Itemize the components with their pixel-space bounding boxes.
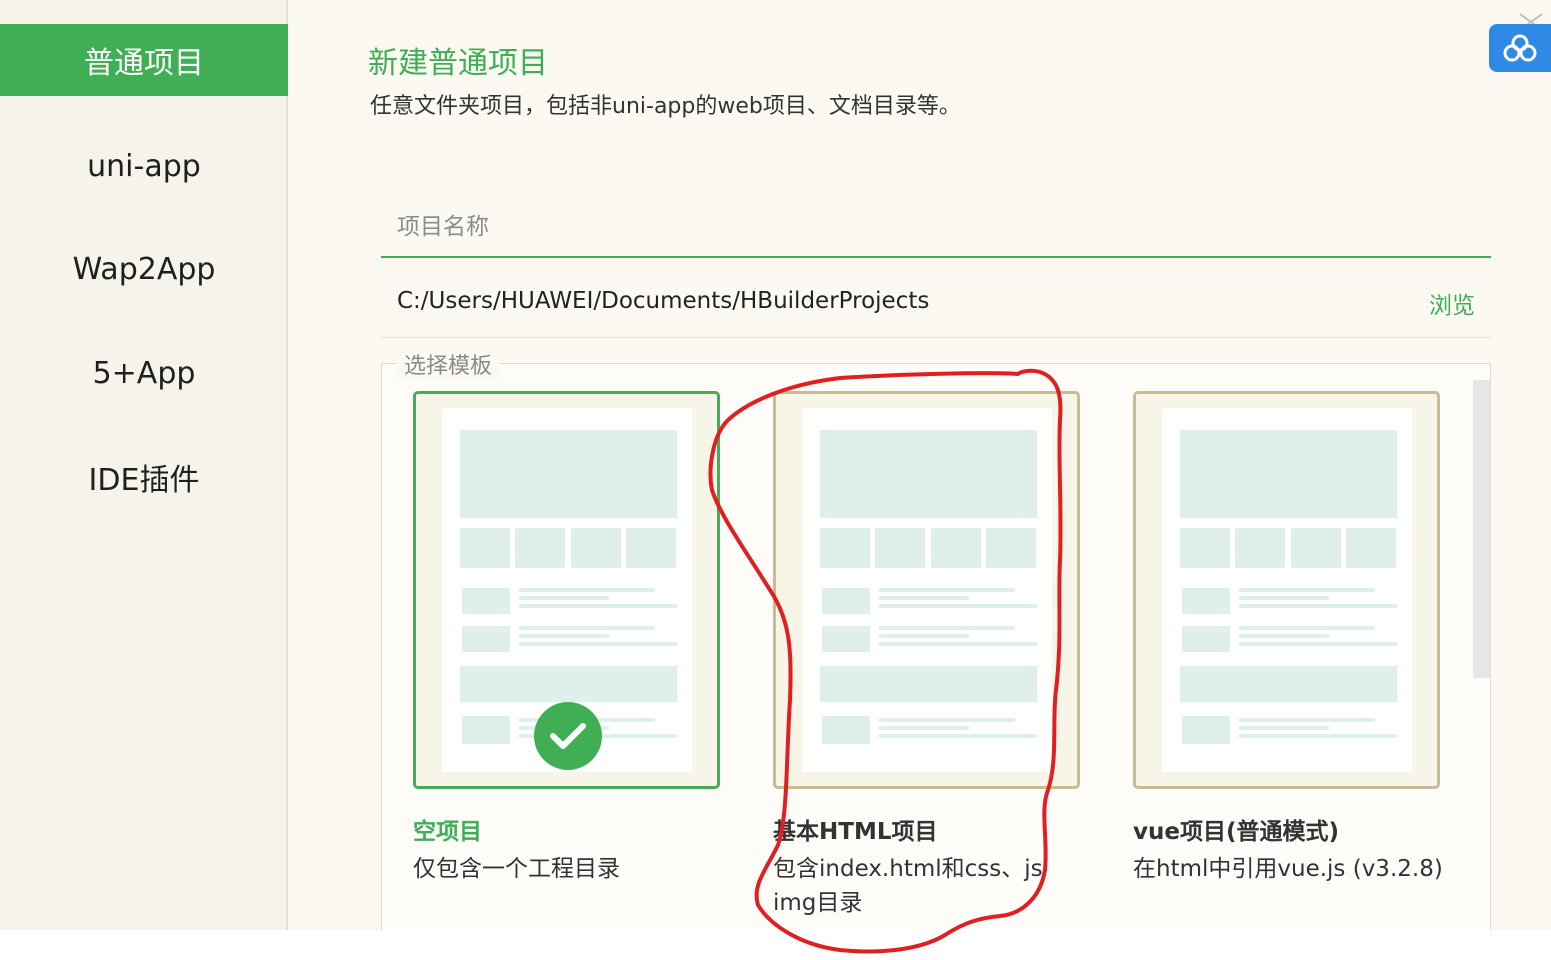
sidebar-item-normal-project[interactable]: 普通项目	[0, 24, 288, 96]
template-preview-image	[1162, 408, 1412, 772]
template-title: vue项目(普通模式)	[1133, 819, 1339, 845]
template-preview-image	[802, 408, 1052, 772]
window-bottom-edge	[0, 930, 1551, 960]
sidebar-item-wap2app[interactable]: Wap2App	[0, 233, 288, 305]
template-title: 基本HTML项目	[773, 819, 938, 845]
template-card-empty[interactable]	[413, 391, 720, 789]
cloud-sync-icon	[1503, 34, 1537, 62]
sidebar-item-ide-plugin[interactable]: IDE插件	[0, 441, 288, 513]
template-description: 仅包含一个工程目录	[413, 856, 620, 882]
new-project-dialog: 普通项目 uni-app Wap2App 5+App IDE插件 新建普通项目 …	[0, 0, 1551, 930]
sidebar-item-label: IDE插件	[88, 463, 200, 498]
template-description: 包含index.html和css、js img目录	[773, 856, 1043, 916]
sidebar-item-uni-app[interactable]: uni-app	[0, 130, 288, 202]
sidebar-item-label: 普通项目	[84, 46, 204, 81]
page-description: 任意文件夹项目，包括非uni-app的web项目、文档目录等。	[370, 94, 961, 119]
sidebar-item-label: uni-app	[87, 148, 201, 184]
project-location-field[interactable]: C:/Users/HUAWEI/Documents/HBuilderProjec…	[397, 288, 929, 314]
project-location-row: C:/Users/HUAWEI/Documents/HBuilderProjec…	[381, 278, 1491, 338]
template-title: 空项目	[413, 819, 482, 845]
template-scrollbar[interactable]	[1473, 380, 1490, 678]
sidebar-item-label: Wap2App	[72, 251, 216, 287]
sidebar-item-label: 5+App	[92, 355, 196, 391]
template-section-label: 选择模板	[396, 348, 501, 380]
browse-button[interactable]: 浏览	[1429, 286, 1475, 320]
template-description: 在html中引用vue.js (v3.2.8)	[1133, 856, 1443, 882]
template-card-vue[interactable]	[1133, 391, 1440, 789]
sidebar-item-5plus-app[interactable]: 5+App	[0, 337, 288, 409]
page-title: 新建普通项目	[368, 46, 548, 81]
project-type-sidebar: 普通项目 uni-app Wap2App 5+App IDE插件	[0, 0, 288, 930]
cloud-sync-button[interactable]	[1489, 24, 1551, 72]
project-name-input[interactable]	[381, 198, 1491, 258]
selected-check-icon	[534, 702, 602, 770]
template-card-basic-html[interactable]	[773, 391, 1080, 789]
